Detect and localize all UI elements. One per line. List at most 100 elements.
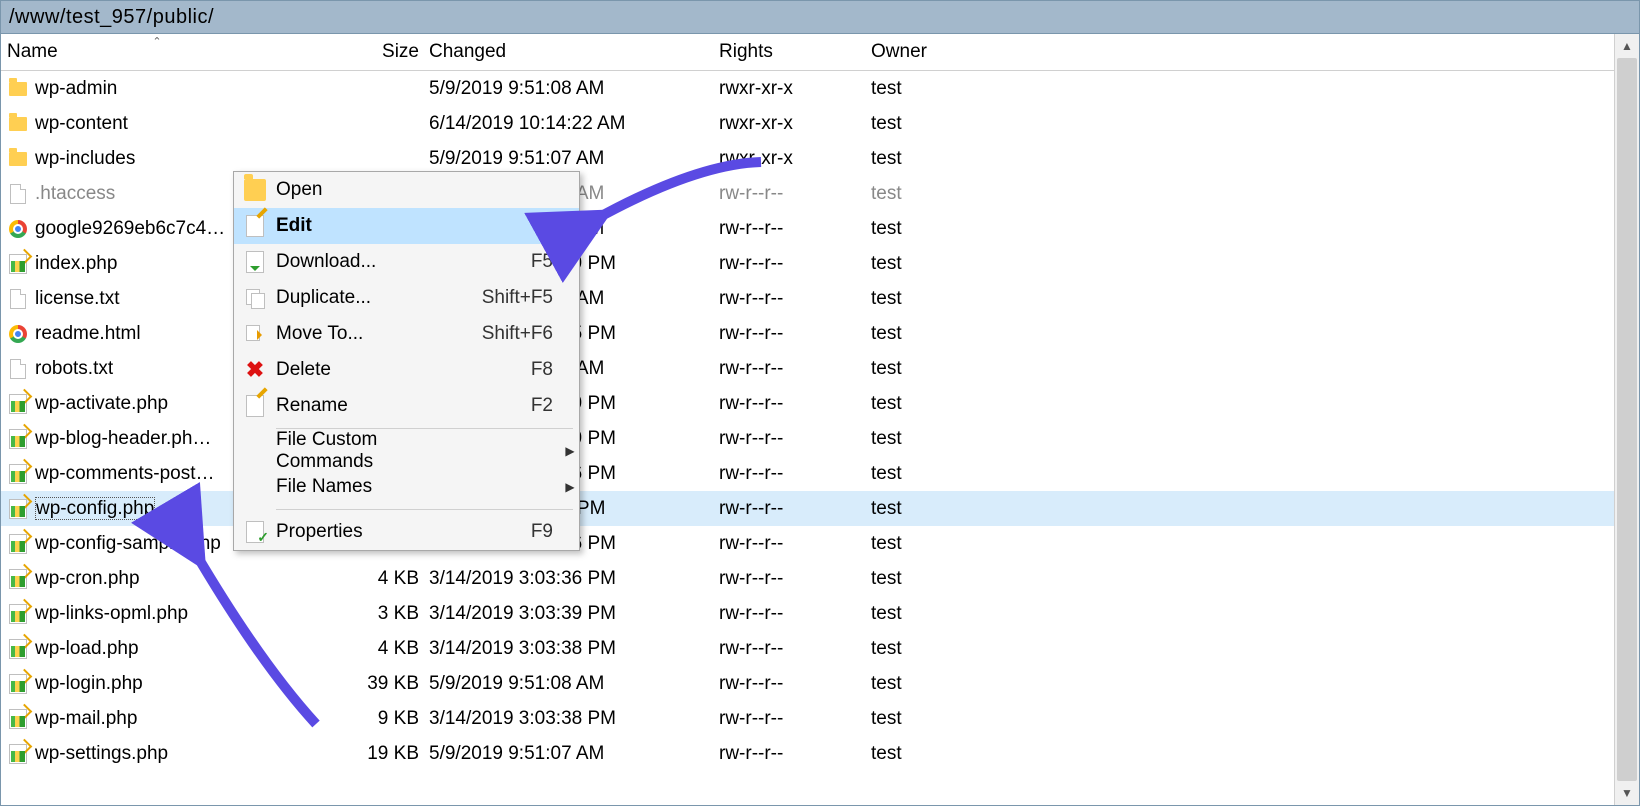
menu-item-properties[interactable]: PropertiesF9 — [234, 514, 579, 550]
file-changed: 3/14/2019 3:03:36 PM — [429, 568, 719, 590]
file-name: license.txt — [35, 288, 119, 309]
column-size[interactable]: Size — [307, 41, 429, 63]
submenu-arrow-icon: ▶ — [561, 219, 579, 233]
file-name: wp-activate.php — [35, 393, 168, 414]
file-name: wp-settings.php — [35, 743, 168, 764]
file-icon — [7, 358, 29, 380]
file-owner: test — [871, 568, 991, 590]
file-owner: test — [871, 533, 991, 555]
file-name: index.php — [35, 253, 117, 274]
file-row[interactable]: wp-content6/14/2019 10:14:22 AMrwxr-xr-x… — [1, 106, 1614, 141]
scroll-thumb[interactable] — [1617, 58, 1637, 781]
file-owner: test — [871, 463, 991, 485]
menu-item-edit[interactable]: Edit ▶ — [234, 208, 579, 244]
file-name: robots.txt — [35, 358, 113, 379]
file-rights: rw-r--r-- — [719, 463, 871, 485]
chrome-icon — [7, 323, 29, 345]
column-owner[interactable]: Owner — [871, 41, 991, 63]
menu-item-download[interactable]: Download...F5▶ — [234, 244, 579, 280]
file-rights: rw-r--r-- — [719, 183, 871, 205]
open-icon — [234, 179, 276, 201]
file-changed: 5/9/2019 9:51:07 AM — [429, 148, 719, 170]
menu-item-shortcut: F8 — [463, 359, 561, 381]
dl-icon — [234, 251, 276, 273]
menu-item-file-custom-commands[interactable]: File Custom Commands▶ — [234, 433, 579, 469]
menu-item-rename[interactable]: RenameF2 — [234, 388, 579, 424]
menu-item-delete[interactable]: ✖DeleteF8 — [234, 352, 579, 388]
file-row[interactable]: wp-mail.php9 KB3/14/2019 3:03:38 PMrw-r-… — [1, 701, 1614, 736]
file-list[interactable]: ⌃ Name Size Changed Rights Owner wp-admi… — [1, 34, 1614, 805]
file-owner: test — [871, 708, 991, 730]
menu-item-label: Download... — [276, 251, 463, 273]
file-row[interactable]: wp-login.php39 KB5/9/2019 9:51:08 AMrw-r… — [1, 666, 1614, 701]
file-rights: rw-r--r-- — [719, 743, 871, 765]
file-changed: 5/9/2019 9:51:08 AM — [429, 78, 719, 100]
file-rights: rw-r--r-- — [719, 288, 871, 310]
menu-item-move-to[interactable]: Move To...Shift+F6 — [234, 316, 579, 352]
ren-icon — [234, 395, 276, 417]
file-rights: rwxr-xr-x — [719, 148, 871, 170]
file-owner: test — [871, 288, 991, 310]
file-row[interactable]: wp-settings.php 19 KB5/9/2019 9:51:07 AMr… — [1, 736, 1614, 771]
file-owner: test — [871, 148, 991, 170]
submenu-arrow-icon: ▶ — [561, 444, 579, 458]
file-row[interactable]: wp-links-opml.php3 KB3/14/2019 3:03:39 P… — [1, 596, 1614, 631]
menu-item-label: Properties — [276, 521, 463, 543]
file-owner: test — [871, 253, 991, 275]
column-rights[interactable]: Rights — [719, 41, 871, 63]
file-owner: test — [871, 183, 991, 205]
menu-item-label: File Names — [276, 476, 463, 498]
del-icon: ✖ — [234, 359, 276, 381]
file-name: wp-links-opml.php — [35, 603, 188, 624]
file-changed: 3/14/2019 3:03:38 PM — [429, 708, 719, 730]
file-name: wp-load.php — [35, 638, 139, 659]
file-rights: rw-r--r-- — [719, 708, 871, 730]
dup-icon — [234, 289, 276, 307]
menu-item-label: Delete — [276, 359, 463, 381]
file-row[interactable]: wp-cron.php4 KB3/14/2019 3:03:36 PMrw-r-… — [1, 561, 1614, 596]
vertical-scrollbar[interactable]: ▲ ▼ — [1614, 34, 1639, 805]
php-file-icon — [7, 568, 29, 590]
file-rights: rw-r--r-- — [719, 673, 871, 695]
column-name[interactable]: ⌃ Name — [7, 41, 307, 63]
menu-item-label: Duplicate... — [276, 287, 463, 309]
scroll-down-button[interactable]: ▼ — [1615, 781, 1639, 805]
php-file-icon — [7, 673, 29, 695]
file-name: google9269eb6c7c4… — [35, 218, 225, 239]
file-manager-window: /www/test_957/public/ ⌃ Name Size Change… — [0, 0, 1640, 806]
window-titlebar[interactable]: /www/test_957/public/ — [1, 1, 1639, 34]
php-file-icon — [7, 603, 29, 625]
column-headers[interactable]: ⌃ Name Size Changed Rights Owner — [1, 34, 1614, 71]
file-row[interactable]: wp-admin5/9/2019 9:51:08 AMrwxr-xr-xtest — [1, 71, 1614, 106]
file-row[interactable]: wp-load.php4 KB3/14/2019 3:03:38 PMrw-r-… — [1, 631, 1614, 666]
column-changed[interactable]: Changed — [429, 41, 719, 63]
edit-icon — [234, 215, 276, 237]
file-owner: test — [871, 673, 991, 695]
menu-item-label: Edit — [276, 215, 463, 237]
file-name: .htaccess — [35, 183, 115, 204]
file-size: 4 KB — [307, 568, 429, 590]
file-size: 3 KB — [307, 603, 429, 625]
menu-item-open[interactable]: Open — [234, 172, 579, 208]
file-name: wp-includes — [35, 148, 135, 169]
file-rights: rw-r--r-- — [719, 218, 871, 240]
folder-icon — [7, 78, 29, 100]
file-owner: test — [871, 218, 991, 240]
file-owner: test — [871, 113, 991, 135]
file-owner: test — [871, 428, 991, 450]
file-name: wp-comments-post… — [35, 463, 215, 484]
file-rights: rw-r--r-- — [719, 568, 871, 590]
file-rights: rwxr-xr-x — [719, 78, 871, 100]
file-size: 19 KB — [307, 743, 429, 765]
file-rights: rw-r--r-- — [719, 533, 871, 555]
file-owner: test — [871, 323, 991, 345]
file-name: readme.html — [35, 323, 141, 344]
menu-item-duplicate[interactable]: Duplicate...Shift+F5 — [234, 280, 579, 316]
file-owner: test — [871, 393, 991, 415]
file-changed: 5/9/2019 9:51:07 AM — [429, 743, 719, 765]
menu-item-file-names[interactable]: File Names▶ — [234, 469, 579, 505]
context-menu[interactable]: Open Edit ▶ Download...F5▶Duplicate...Shift… — [233, 171, 580, 551]
scroll-up-button[interactable]: ▲ — [1615, 34, 1639, 58]
php-file-icon — [7, 708, 29, 730]
file-changed: 3/14/2019 3:03:38 PM — [429, 638, 719, 660]
